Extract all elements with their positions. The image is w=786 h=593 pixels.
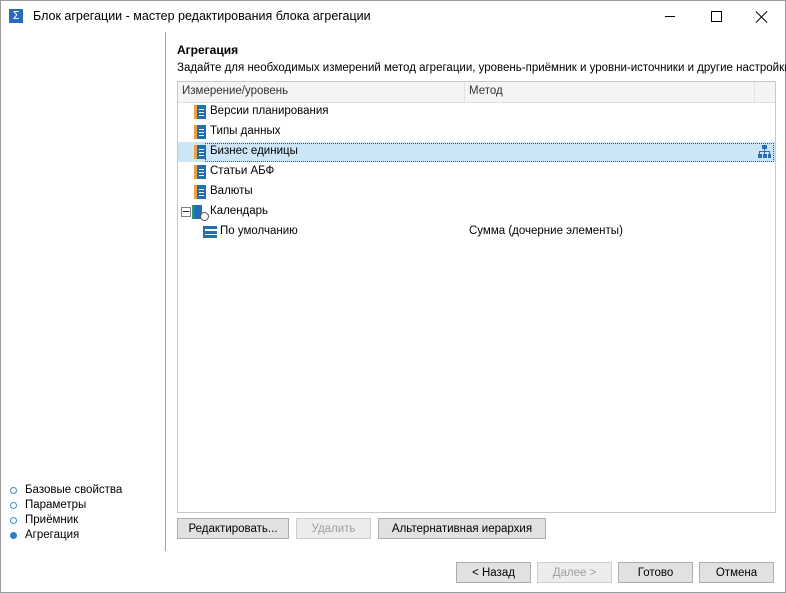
aggregation-tree-grid[interactable]: Измерение/уровень Метод Версии планирова…: [177, 81, 776, 513]
step-bullet-icon: [10, 486, 17, 494]
close-icon: [756, 11, 768, 23]
collapse-icon[interactable]: [181, 207, 191, 217]
hierarchy-icon[interactable]: [758, 145, 771, 158]
maximize-button[interactable]: [693, 1, 739, 32]
alternative-hierarchy-button[interactable]: Альтернативная иерархия: [378, 518, 546, 539]
next-button[interactable]: Далее >: [537, 562, 612, 583]
dimension-icon: [194, 125, 206, 139]
step-bullet-icon: [10, 501, 17, 509]
step-label: Приёмник: [25, 514, 79, 526]
title-bar: Σ Блок агрегации - мастер редактирования…: [1, 1, 785, 32]
row-label: Календарь: [210, 205, 269, 217]
row-label: По умолчанию: [220, 225, 298, 237]
column-header-method[interactable]: Метод: [469, 85, 503, 97]
cancel-button[interactable]: Отмена: [699, 562, 774, 583]
step-bullet-active-icon: [10, 531, 17, 539]
dimension-icon: [194, 185, 206, 199]
step-label: Базовые свойства: [25, 484, 123, 496]
dimension-icon: [194, 145, 206, 159]
delete-button[interactable]: Удалить: [296, 518, 371, 539]
row-label: Статьи АБФ: [210, 165, 275, 177]
row-label: Валюты: [210, 185, 253, 197]
step-parameters[interactable]: Параметры: [10, 498, 86, 512]
page-title: Агрегация: [177, 43, 239, 57]
tree-row-planning-versions[interactable]: Версии планирования: [178, 102, 775, 122]
minimize-button[interactable]: [647, 1, 693, 32]
step-aggregation[interactable]: Агрегация: [10, 528, 79, 542]
column-header-dimension[interactable]: Измерение/уровень: [182, 85, 288, 97]
grid-header: Измерение/уровень Метод: [178, 82, 775, 103]
step-label: Агрегация: [25, 529, 80, 541]
tree-row-calendar[interactable]: Календарь: [178, 202, 775, 222]
wizard-steps: Базовые свойства Параметры Приёмник Агре…: [1, 32, 165, 551]
tree-row-data-types[interactable]: Типы данных: [178, 122, 775, 142]
column-separator[interactable]: [754, 82, 755, 102]
step-basic-properties[interactable]: Базовые свойства: [10, 483, 122, 497]
close-button[interactable]: [739, 1, 785, 32]
back-button[interactable]: < Назад: [456, 562, 531, 583]
steps-divider: [165, 32, 166, 551]
column-separator[interactable]: [464, 82, 465, 102]
step-label: Параметры: [25, 499, 87, 511]
step-bullet-icon: [10, 516, 17, 524]
tree-row-currencies[interactable]: Валюты: [178, 182, 775, 202]
sigma-icon: Σ: [9, 9, 23, 23]
step-receiver[interactable]: Приёмник: [10, 513, 78, 527]
wizard-window: Σ Блок агрегации - мастер редактирования…: [0, 0, 786, 593]
maximize-icon: [710, 11, 722, 22]
level-icon: [203, 226, 217, 238]
row-label: Типы данных: [210, 125, 281, 137]
minimize-icon: [665, 16, 675, 17]
dimension-icon: [194, 165, 206, 179]
finish-button[interactable]: Готово: [618, 562, 693, 583]
tree-row-abf-items[interactable]: Статьи АБФ: [178, 162, 775, 182]
dimension-icon: [194, 105, 206, 119]
window-title: Блок агрегации - мастер редактирования б…: [33, 9, 371, 23]
edit-button[interactable]: Редактировать...: [177, 518, 289, 539]
page-description: Задайте для необходимых измерений метод …: [177, 62, 786, 74]
row-method[interactable]: Сумма (дочерние элементы): [469, 225, 623, 237]
tree-row-default-level[interactable]: По умолчанию Сумма (дочерние элементы): [178, 222, 775, 242]
calendar-dimension-icon: [192, 205, 209, 221]
row-label: Версии планирования: [210, 105, 329, 117]
tree-row-business-units[interactable]: Бизнес единицы: [178, 142, 775, 162]
row-label: Бизнес единицы: [210, 145, 298, 157]
